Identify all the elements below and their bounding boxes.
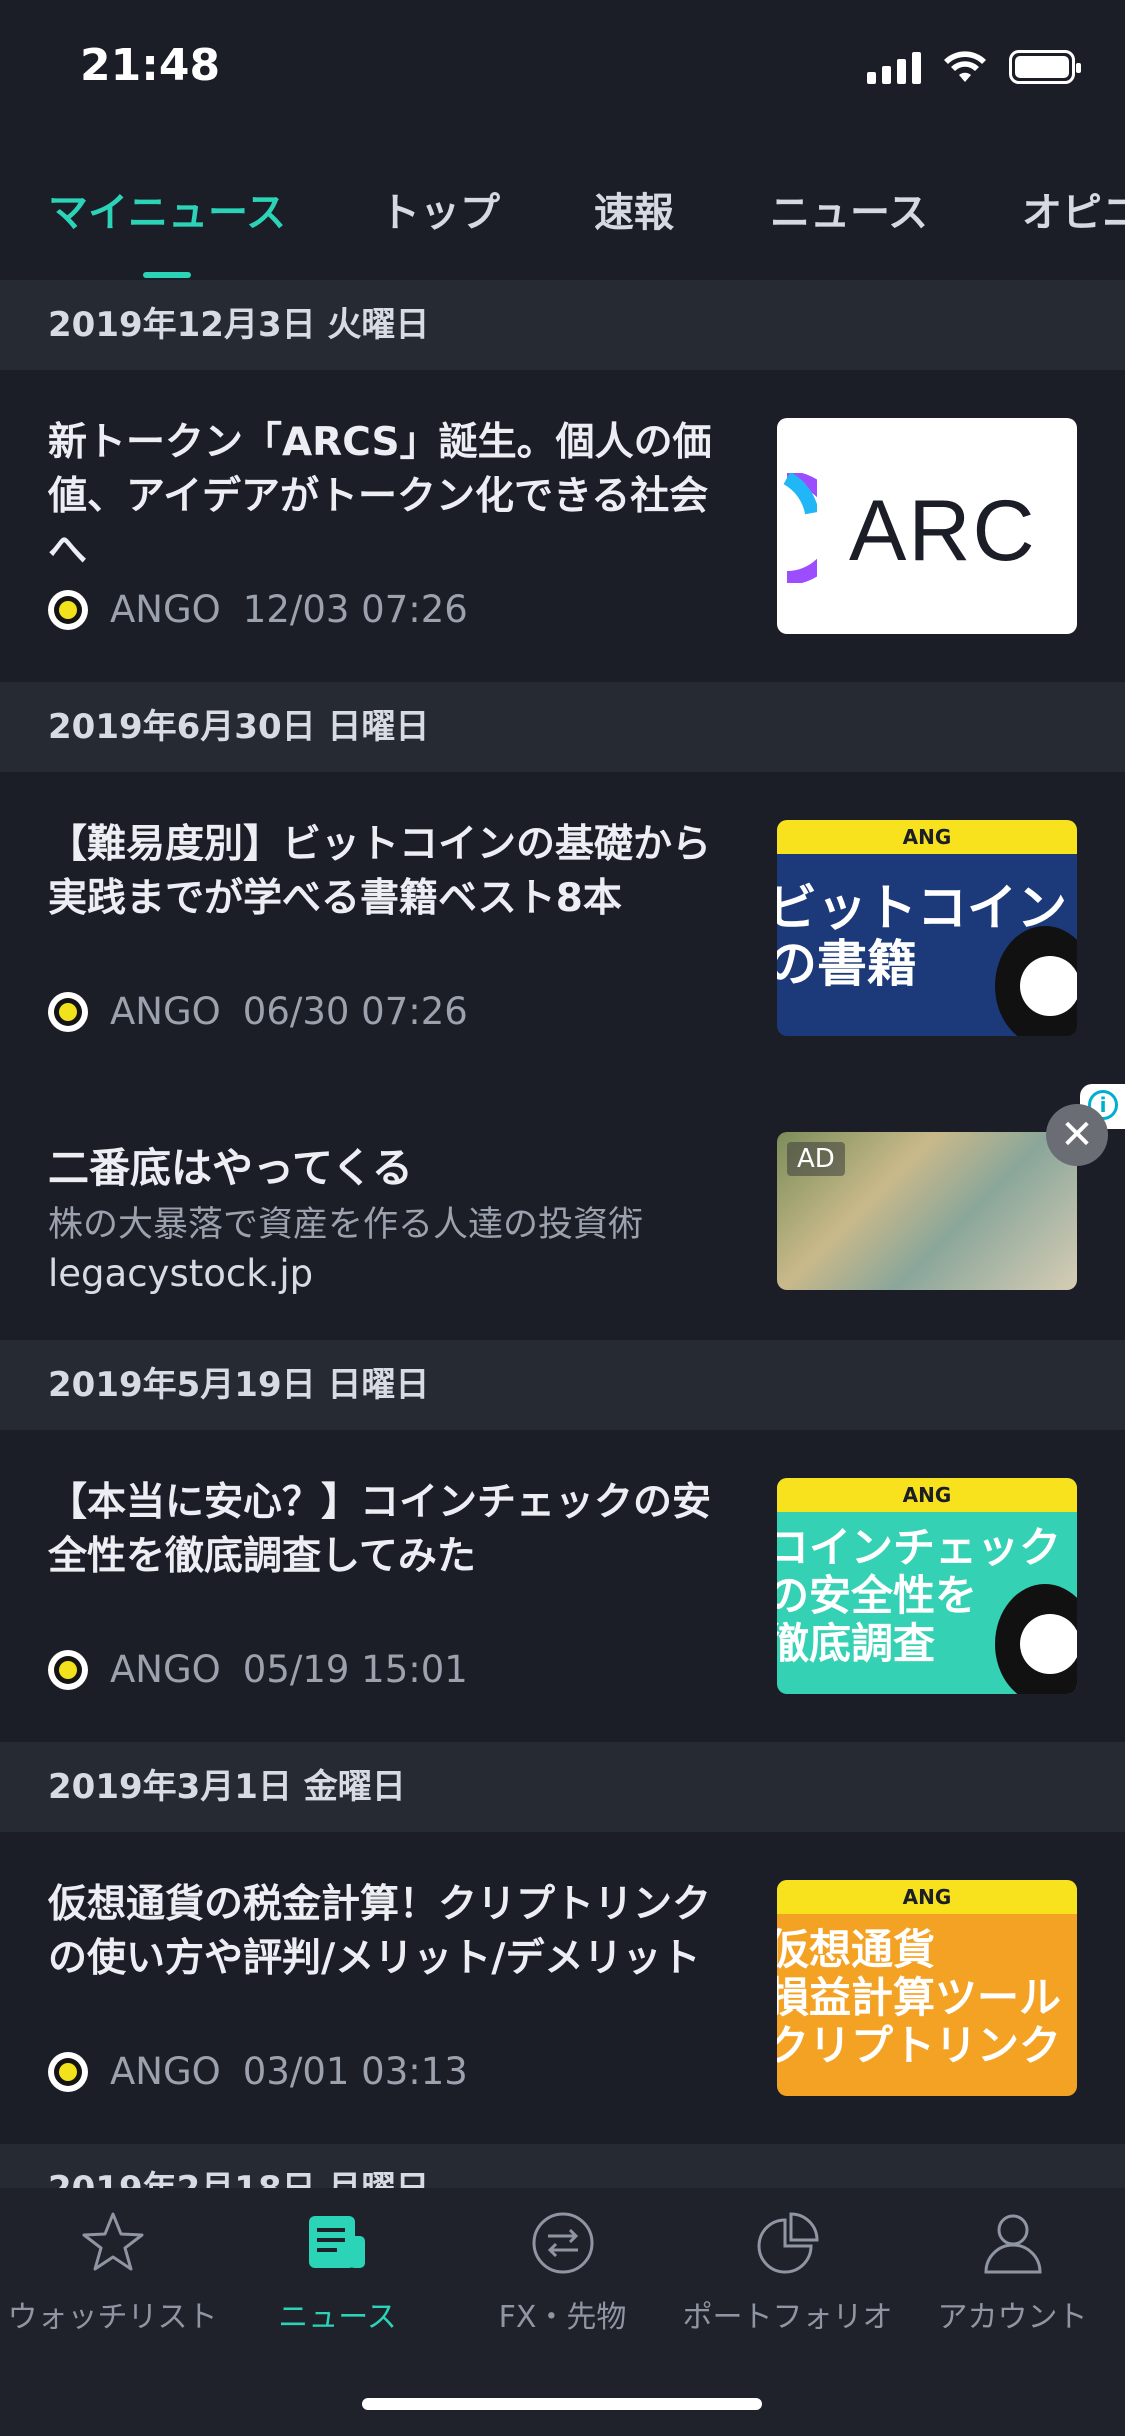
article-meta: ANGO 06/30 07:26 [48, 990, 468, 1033]
article-title[interactable]: 仮想通貨の税金計算！クリプトリンクの使い方や評判/メリット/デメリット [48, 1878, 728, 1986]
news-article[interactable]: 仮想通貨の税金計算！クリプトリンクの使い方や評判/メリット/デメリット ANGO… [0, 1832, 1125, 2144]
ango-brand-bar: ANG [777, 820, 1077, 854]
battery-icon [1009, 50, 1081, 84]
active-tab-indicator [143, 272, 191, 278]
ad-title[interactable]: 二番底はやってくる [48, 1134, 413, 1194]
ad-unit[interactable]: 二番底はやってくる 株の大暴落で資産を作る人達の投資術 legacystock.… [0, 1084, 1125, 1338]
ango-brand-bar: ANG [777, 1478, 1077, 1512]
article-meta: ANGO 03/01 03:13 [48, 2050, 468, 2093]
thumbnail-logo-text: ARC [849, 483, 1037, 579]
article-source: ANGO [110, 2050, 221, 2093]
news-article[interactable]: 【難易度別】ビットコインの基礎から実践までが学べる書籍ベスト8本 ANGO 06… [0, 772, 1125, 1084]
news-article[interactable]: 【本当に安心？】コインチェックの安全性を徹底調査してみた ANGO 05/19 … [0, 1430, 1125, 1742]
ango-source-icon [48, 2051, 88, 2092]
ango-source-icon [48, 589, 88, 630]
date-header: 2019年3月1日 金曜日 [0, 1742, 1125, 1832]
cellular-signal-icon [867, 50, 921, 84]
ango-brand-bar: ANG [777, 1880, 1077, 1914]
article-source: ANGO [110, 990, 221, 1033]
date-header: 2019年12月3日 火曜日 [0, 280, 1125, 370]
nav-fx-futures[interactable]: FX・先物 [450, 2208, 675, 2336]
ango-source-icon [48, 1649, 88, 1690]
article-title[interactable]: 【難易度別】ビットコインの基礎から実践までが学べる書籍ベスト8本 [48, 818, 728, 926]
nav-account[interactable]: アカウント [900, 2208, 1125, 2336]
article-time: 06/30 07:26 [242, 990, 468, 1033]
thumbnail-text: 仮想通貨 損益計算ツール クリプトリンク [777, 1926, 1061, 2070]
article-title[interactable]: 【本当に安心？】コインチェックの安全性を徹底調査してみた [48, 1476, 728, 1584]
tab-news[interactable]: ニュース [770, 180, 928, 238]
article-time: 12/03 07:26 [242, 588, 468, 631]
nav-watchlist[interactable]: ウォッチリスト [0, 2208, 225, 2336]
status-bar: 21:48 [0, 0, 1125, 140]
top-tabs: マイニュース トップ 速報 ニュース オピニ [0, 150, 1125, 280]
user-icon [983, 2214, 1042, 2274]
ango-source-icon [48, 991, 88, 1032]
article-thumbnail[interactable]: ANG コインチェック の安全性を 徹底調査 [777, 1478, 1077, 1694]
pie-chart-icon [757, 2212, 819, 2274]
arcs-logo-icon [783, 473, 817, 583]
article-meta: ANGO 12/03 07:26 [48, 588, 468, 631]
thumbnail-line: 仮想通貨 [777, 1925, 936, 1974]
home-indicator [362, 2398, 762, 2410]
ad-close-button[interactable]: ✕ [1046, 1104, 1108, 1166]
thumbnail-line: コインチェック [777, 1523, 1062, 1572]
article-meta: ANGO 05/19 15:01 [48, 1648, 468, 1691]
status-time: 21:48 [80, 40, 221, 91]
tab-my-news[interactable]: マイニュース [48, 180, 286, 238]
article-time: 03/01 03:13 [242, 2050, 468, 2093]
article-thumbnail[interactable]: ANG ビットコイン の書籍 [777, 820, 1077, 1036]
ad-description: 株の大暴落で資産を作る人達の投資術 [48, 1205, 644, 1245]
exchange-icon [532, 2212, 593, 2274]
thumbnail-line: クリプトリンク [777, 2021, 1062, 2070]
article-source: ANGO [110, 1648, 221, 1691]
tab-top[interactable]: トップ [380, 180, 500, 238]
star-icon [82, 2212, 143, 2271]
ad-thumbnail[interactable]: AD [777, 1132, 1077, 1290]
article-thumbnail[interactable]: ARC [777, 418, 1077, 634]
article-source: ANGO [110, 588, 221, 631]
tab-breaking[interactable]: 速報 [594, 180, 674, 238]
nav-portfolio[interactable]: ポートフォリオ [675, 2208, 900, 2336]
status-icons [867, 50, 1081, 84]
article-title[interactable]: 新トークン「ARCS」誕生。個人の価値、アイデアがトークン化できる社会へ [48, 416, 728, 578]
news-article[interactable]: 新トークン「ARCS」誕生。個人の価値、アイデアがトークン化できる社会へ ANG… [0, 370, 1125, 682]
news-icon [308, 2216, 365, 2268]
article-time: 05/19 15:01 [242, 1648, 468, 1691]
wifi-icon [944, 51, 986, 82]
thumbnail-line: ビットコイン [777, 879, 1067, 937]
date-header: 2019年5月19日 日曜日 [0, 1340, 1125, 1430]
tab-opinion[interactable]: オピニ [1022, 180, 1125, 238]
article-thumbnail[interactable]: ANG 仮想通貨 損益計算ツール クリプトリンク [777, 1880, 1077, 2096]
thumbnail-line: 損益計算ツール [777, 1973, 1062, 2022]
ad-badge: AD [787, 1142, 845, 1176]
date-header: 2019年6月30日 日曜日 [0, 682, 1125, 772]
nav-news[interactable]: ニュース [225, 2208, 450, 2336]
ad-domain[interactable]: legacystock.jp [48, 1252, 313, 1295]
